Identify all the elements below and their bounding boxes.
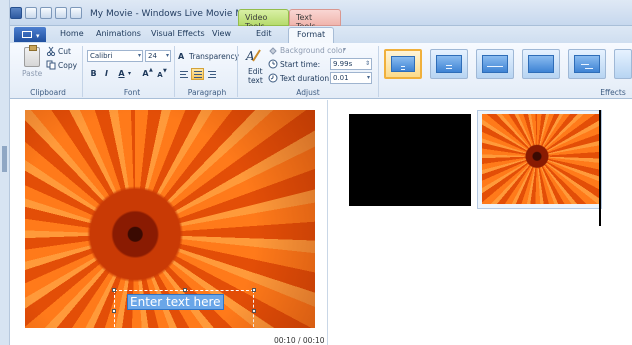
font-family-value: Calibri xyxy=(90,52,113,60)
group-divider xyxy=(82,46,83,97)
preview-image: Enter text here xyxy=(25,110,315,328)
chevron-down-icon: ▾ xyxy=(366,74,370,81)
effect-thumbnail xyxy=(436,55,462,73)
ribbon: Paste Cut Copy Clipboard Calibri ▾ 24 ▾ B … xyxy=(10,43,632,99)
align-left-button[interactable] xyxy=(177,68,190,80)
chevron-down-icon[interactable]: ▾ xyxy=(128,70,131,77)
selected-clip[interactable] xyxy=(477,110,602,209)
effect-tile-fade[interactable] xyxy=(430,49,468,79)
effect-tile-none[interactable] xyxy=(384,49,422,79)
tab-home[interactable]: Home xyxy=(60,29,84,38)
align-center-button[interactable] xyxy=(191,68,204,80)
window-edge xyxy=(0,0,10,345)
black-clip-thumbnail[interactable] xyxy=(349,114,471,206)
file-menu-icon xyxy=(22,31,32,38)
start-time-input[interactable]: 9.99s ⇕ xyxy=(330,58,372,70)
edit-text-button-line2: text xyxy=(248,76,263,85)
bold-button[interactable]: B xyxy=(88,68,99,81)
effects-gallery xyxy=(384,46,632,86)
effect-thumbnail xyxy=(574,55,600,73)
duration-clock-icon xyxy=(268,73,278,83)
text-duration-select[interactable]: 0.01 ▾ xyxy=(330,72,372,84)
edit-text-button[interactable]: Edit xyxy=(248,67,263,76)
title-bar: My Movie - Windows Live Movie Maker Vide… xyxy=(10,0,632,31)
caption-text[interactable]: Enter text here xyxy=(127,294,224,310)
background-color-button[interactable]: Background color xyxy=(280,46,346,55)
text-duration-label: Text duration: xyxy=(280,74,332,83)
font-group-label: Font xyxy=(123,88,141,97)
effect-thumbnail xyxy=(528,55,554,73)
chevron-down-icon: ▾ xyxy=(165,52,169,59)
file-menu-button[interactable]: ▾ xyxy=(14,27,46,42)
resize-handle[interactable] xyxy=(252,288,256,292)
font-family-select[interactable]: Calibri ▾ xyxy=(87,50,143,62)
group-divider xyxy=(237,46,238,97)
effect-tile-expand[interactable] xyxy=(476,49,514,79)
window-title: My Movie - Windows Live Movie Maker xyxy=(90,9,263,19)
edge-grip xyxy=(2,146,7,172)
playhead-indicator[interactable] xyxy=(599,110,601,226)
start-time-value: 9.99s xyxy=(333,60,353,68)
resize-handle[interactable] xyxy=(112,309,116,313)
increase-arrow-icon: ▲ xyxy=(149,67,153,73)
copy-button[interactable]: Copy xyxy=(58,61,77,70)
font-size-select[interactable]: 24 ▾ xyxy=(145,50,171,62)
flower-clip-thumbnail xyxy=(482,114,599,204)
app-icon[interactable] xyxy=(10,7,22,19)
font-color-button[interactable]: A xyxy=(116,68,127,81)
customize-toolbar-icon[interactable] xyxy=(70,7,82,19)
clipboard-group-label: Clipboard xyxy=(30,88,66,97)
copy-icon xyxy=(46,60,56,70)
text-duration-value: 0.01 xyxy=(333,74,349,82)
tab-format[interactable]: Format xyxy=(288,27,335,43)
chevron-down-icon: ▾ xyxy=(343,46,347,53)
storyboard xyxy=(329,100,632,345)
preview-pane: Enter text here 00:10 / 00:10 xyxy=(10,100,328,345)
group-divider xyxy=(174,46,175,97)
clock-icon xyxy=(268,59,278,69)
resize-handle[interactable] xyxy=(252,309,256,313)
paste-icon[interactable] xyxy=(24,45,40,67)
save-icon[interactable] xyxy=(25,7,37,19)
transparency-icon: A xyxy=(178,52,185,61)
scissors-icon xyxy=(46,46,56,56)
chevron-down-icon: ▾ xyxy=(36,32,40,40)
redo-icon[interactable] xyxy=(55,7,67,19)
spinner-icon[interactable]: ⇕ xyxy=(365,60,370,67)
resize-handle[interactable] xyxy=(112,288,116,292)
resize-handle[interactable] xyxy=(183,288,187,292)
paste-button[interactable]: Paste xyxy=(22,69,42,78)
effect-thumbnail xyxy=(482,55,508,73)
effects-group-label: Effects xyxy=(600,88,626,97)
paint-bucket-icon xyxy=(269,47,277,55)
effect-tile-swing[interactable] xyxy=(568,49,606,79)
undo-icon[interactable] xyxy=(40,7,52,19)
decrease-arrow-icon: ▼ xyxy=(163,68,167,74)
chevron-down-icon: ▾ xyxy=(137,52,141,59)
quick-access-toolbar xyxy=(10,6,82,20)
transparency-button[interactable]: Transparency xyxy=(189,52,239,61)
font-size-value: 24 xyxy=(148,52,157,60)
tab-visual-effects[interactable]: Visual Effects xyxy=(151,29,205,38)
context-text-tools: Text Tools xyxy=(289,9,341,31)
effect-tile-fly-in[interactable] xyxy=(522,49,560,79)
tab-animations[interactable]: Animations xyxy=(96,29,141,38)
effect-tile-partial[interactable] xyxy=(614,49,632,79)
cut-button[interactable]: Cut xyxy=(58,47,71,56)
italic-button[interactable]: I xyxy=(101,68,112,81)
start-time-label: Start time: xyxy=(280,60,321,69)
edit-text-icon: A xyxy=(245,49,261,63)
align-right-button[interactable] xyxy=(205,68,218,80)
ribbon-tabs: ▾ Home Animations Visual Effects View Ed… xyxy=(10,26,632,43)
tab-view[interactable]: View xyxy=(212,29,231,38)
tab-edit[interactable]: Edit xyxy=(256,29,272,38)
preview-timecode: 00:10 / 00:10 xyxy=(274,336,325,345)
caption-text-box[interactable]: Enter text here xyxy=(112,288,256,328)
adjust-group-label: Adjust xyxy=(296,88,320,97)
paragraph-group-label: Paragraph xyxy=(187,88,227,97)
context-video-tools: Video Tools xyxy=(238,9,289,31)
group-divider xyxy=(378,46,379,97)
movie-maker-window: My Movie - Windows Live Movie Maker Vide… xyxy=(0,0,632,345)
effect-thumbnail xyxy=(391,56,415,72)
